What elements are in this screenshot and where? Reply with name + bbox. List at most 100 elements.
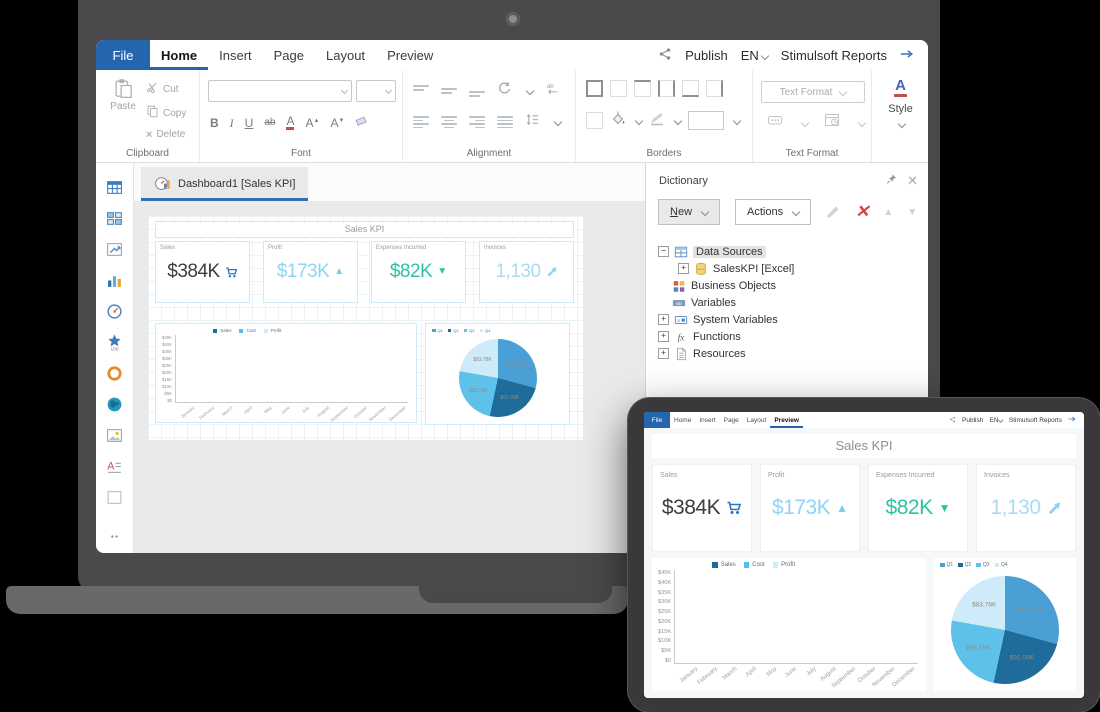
tree-item-data-sources[interactable]: − Data Sources	[658, 243, 928, 260]
text-format-dropdown[interactable]: Text Format	[761, 81, 865, 103]
actions-button[interactable]: Actions	[735, 199, 812, 225]
bar-chart-panel[interactable]: Sales Cost Profit $45K $40K $35K $30K $25K $20K $…	[155, 323, 417, 423]
tab-layout[interactable]: Layout	[743, 412, 771, 428]
italic-button[interactable]: I	[230, 116, 234, 130]
toolbox-image-icon[interactable]	[106, 427, 123, 444]
bold-button[interactable]: B	[210, 116, 219, 130]
border-top-button[interactable]	[634, 80, 651, 97]
tab-page[interactable]: Page	[720, 412, 743, 428]
toolbox-panel-icon[interactable]	[106, 489, 123, 506]
style-chevron-icon[interactable]	[897, 119, 907, 128]
shrink-font-button[interactable]: A▼	[330, 114, 344, 130]
new-button[interactable]: New	[658, 199, 721, 225]
align-justify-icon[interactable]	[497, 116, 513, 128]
align-right-icon[interactable]	[469, 116, 485, 128]
border-all-button[interactable]	[586, 80, 603, 97]
border-right-button[interactable]	[706, 80, 723, 97]
toolbox-kpi-icon[interactable]: 100	[106, 334, 123, 351]
toolbox-pivot-icon[interactable]	[106, 210, 123, 227]
font-color-button[interactable]: A	[286, 115, 295, 130]
border-sides-button[interactable]	[658, 80, 675, 97]
pie-chart-panel[interactable]: Q1 Q2 Q3 Q4 $110.38K $91.09K $92.19K $83.78K	[425, 323, 570, 425]
tab-file[interactable]: File	[96, 40, 150, 70]
tab-home[interactable]: Home	[670, 412, 695, 428]
expand-icon[interactable]: +	[658, 348, 669, 359]
tab-insert[interactable]: Insert	[695, 412, 719, 428]
expand-icon[interactable]: +	[678, 263, 689, 274]
delete-item-icon[interactable]: ✕	[855, 203, 869, 220]
tree-item-variables[interactable]: var Variables	[658, 294, 928, 311]
brand-menu[interactable]: Stimulsoft Reports	[781, 48, 887, 63]
kpi-card-expenses-incurred[interactable]: Expenses Incurred $82K ▼	[371, 241, 466, 303]
word-wrap-icon[interactable]: ab	[545, 81, 560, 101]
brand-arrow-icon[interactable]	[900, 47, 914, 64]
tree-item-saleskpi-excel-[interactable]: + SalesKPI [Excel]	[658, 260, 928, 277]
clear-format-eraser-icon[interactable]	[355, 112, 370, 130]
align-top-icon[interactable]	[413, 85, 429, 97]
delete-button[interactable]: × Delete	[146, 129, 186, 140]
language-selector[interactable]: EN	[989, 417, 1004, 424]
tab-page[interactable]: Page	[263, 40, 315, 70]
publish-button[interactable]: Publish	[962, 417, 983, 424]
align-center-icon[interactable]	[441, 116, 457, 128]
brand-menu[interactable]: Stimulsoft Reports	[1009, 417, 1062, 424]
align-left-icon[interactable]	[413, 116, 429, 128]
publish-button[interactable]: Publish	[685, 48, 728, 63]
share-icon[interactable]	[949, 416, 956, 425]
font-name-combobox[interactable]	[208, 80, 352, 102]
underline-button[interactable]: U	[245, 116, 254, 130]
move-up-icon[interactable]: ▲	[883, 207, 893, 218]
design-canvas[interactable]: Sales KPI Sales $384K Profit $173K ▲ Expenses…	[134, 201, 645, 553]
tab-insert[interactable]: Insert	[208, 40, 263, 70]
expand-icon[interactable]: +	[658, 314, 669, 325]
grow-font-button[interactable]: A▲	[305, 114, 319, 130]
expand-icon[interactable]: +	[658, 331, 669, 342]
tab-home[interactable]: Home	[150, 40, 208, 70]
cut-button[interactable]: Cut	[146, 81, 186, 97]
align-bottom-icon[interactable]	[469, 85, 485, 97]
collapse-icon[interactable]: −	[658, 246, 669, 257]
border-outside-button[interactable]	[586, 112, 603, 129]
tree-item-resources[interactable]: + Resources	[658, 345, 928, 362]
tab-layout[interactable]: Layout	[315, 40, 376, 70]
line-spacing-icon[interactable]	[525, 112, 540, 132]
kpi-card-invoices[interactable]: Invoices 1,130	[976, 464, 1076, 552]
kpi-card-profit[interactable]: Profit $173K ▲	[760, 464, 860, 552]
edit-pencil-icon[interactable]	[825, 204, 841, 220]
tree-item-business-objects[interactable]: Business Objects	[658, 277, 928, 294]
toolbox-text-icon[interactable]: A	[106, 458, 123, 475]
tree-item-functions[interactable]: + fx Functions	[658, 328, 928, 345]
copy-button[interactable]: Copy	[146, 105, 186, 121]
rotate-text-icon[interactable]	[497, 81, 512, 101]
kpi-card-sales[interactable]: Sales $384K	[652, 464, 752, 552]
toolbox-gauge-icon[interactable]	[106, 303, 123, 320]
brand-arrow-icon[interactable]	[1068, 415, 1076, 425]
dashboard-page[interactable]: Sales KPI Sales $384K Profit $173K ▲ Expenses…	[148, 216, 583, 440]
dashboard-title-textbox[interactable]: Sales KPI	[155, 221, 574, 238]
strikethrough-button[interactable]: ab	[264, 116, 275, 130]
bar-chart-panel[interactable]: Sales Cost Profit $45K $40K $35K $30K $25K $20K $…	[652, 558, 926, 691]
language-selector[interactable]: EN	[741, 48, 770, 63]
pie-chart-panel[interactable]: Q1 Q2 Q3 Q4 $110.38K $91.09K $92.19K $83.78K	[934, 558, 1076, 691]
paste-button[interactable]: Paste	[104, 78, 142, 112]
date-format-icon[interactable]	[824, 112, 840, 133]
toolbox-chart-icon[interactable]	[106, 272, 123, 289]
border-pen-icon[interactable]	[649, 110, 665, 131]
font-size-combobox[interactable]	[356, 80, 396, 102]
toolbox-table-icon[interactable]	[106, 179, 123, 196]
border-bottom-button[interactable]	[682, 80, 699, 97]
toolbox-progress-icon[interactable]	[106, 365, 123, 382]
tree-item-system-variables[interactable]: + x System Variables	[658, 311, 928, 328]
tab-preview[interactable]: Preview	[376, 40, 444, 70]
toolbox-more-icon[interactable]	[106, 528, 123, 545]
close-icon[interactable]: ✕	[907, 174, 918, 187]
move-down-icon[interactable]: ▼	[907, 207, 917, 218]
toolbox-map-icon[interactable]	[106, 396, 123, 413]
number-format-icon[interactable]	[767, 112, 783, 133]
kpi-card-invoices[interactable]: Invoices 1,130	[479, 241, 574, 303]
fill-bucket-icon[interactable]	[610, 110, 626, 131]
tab-file[interactable]: File	[644, 412, 670, 428]
border-color-combobox[interactable]	[688, 111, 724, 130]
kpi-card-sales[interactable]: Sales $384K	[155, 241, 250, 303]
border-none-button[interactable]	[610, 80, 627, 97]
